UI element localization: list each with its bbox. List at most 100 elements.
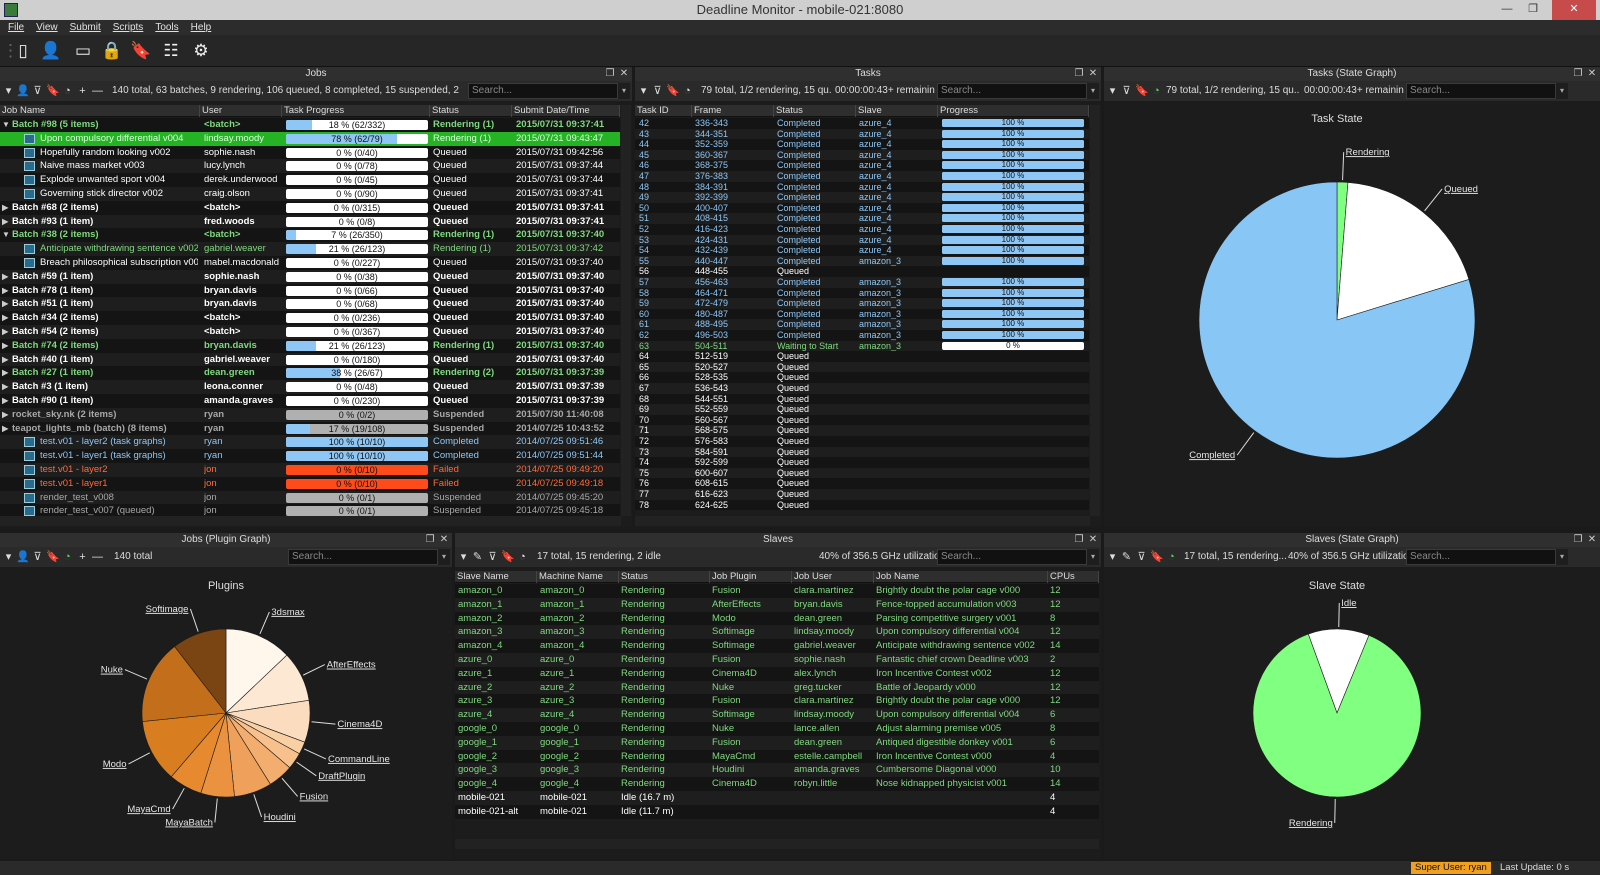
lock-icon[interactable]: 🔒 <box>101 40 123 62</box>
float-panel-icon[interactable]: ❐ <box>1572 67 1584 81</box>
table-row[interactable]: ▶ Batch #93 (1 item) fred.woods 0 % (0/8) Qu… <box>0 214 620 229</box>
user-filter-icon[interactable]: 👤 <box>16 84 30 98</box>
table-row[interactable]: test.v01 - layer2 jon 0 % (0/10) Failed 2014… <box>0 463 620 477</box>
expand-arrow-icon[interactable]: ▶ <box>2 422 10 436</box>
tasks-vertical-scrollbar[interactable] <box>1090 105 1100 516</box>
table-row[interactable]: google_0 google_0 Rendering Nuke lance.allen… <box>455 722 1099 736</box>
pie-chart-icon[interactable]: ◔ <box>516 550 529 564</box>
table-row[interactable]: ▶ Batch #68 (2 items) <batch> 0 % (0/315) Qu… <box>0 200 620 215</box>
table-row[interactable]: 70 560-567 Queued <box>635 414 1089 426</box>
table-row[interactable]: ▶ Batch #51 (1 item) bryan.davis 0 % (0/68)… <box>0 297 620 312</box>
table-row[interactable]: 71 568-575 Queued <box>635 425 1089 436</box>
table-row[interactable]: amazon_3 amazon_3 Rendering Softimage lindsa… <box>455 625 1099 640</box>
col-frame[interactable]: Frame <box>692 105 774 117</box>
table-row[interactable]: ▶ Batch #40 (1 item) gabriel.weaver 0 % (0/… <box>0 352 620 367</box>
table-row[interactable]: Governing stick director v002 craig.olson… <box>0 187 620 201</box>
col-slave[interactable]: Slave <box>856 105 938 117</box>
table-row[interactable]: Anticipate withdrawing sentence v002 gabr… <box>0 242 620 257</box>
col-progress[interactable]: Progress <box>938 105 1089 117</box>
table-row[interactable]: amazon_1 amazon_1 Rendering AfterEffects bry… <box>455 597 1099 612</box>
close-panel-icon[interactable]: ✕ <box>1586 533 1598 547</box>
table-row[interactable]: 61 488-495 Completed amazon_3 100 % <box>635 319 1089 330</box>
table-row[interactable]: azure_2 azure_2 Rendering Nuke greg.tucker Ba… <box>455 680 1099 695</box>
slave-graph-search-input[interactable]: Search... <box>1406 549 1556 565</box>
table-row[interactable]: 64 512-519 Queued <box>635 351 1089 362</box>
filter-icon[interactable]: ⊽ <box>1135 550 1148 564</box>
table-row[interactable]: render_test_v007 (queued) jon 0 % (0/1) Sus… <box>0 504 620 516</box>
table-row[interactable]: 59 472-479 Completed amazon_3 100 % <box>635 298 1089 309</box>
expand-arrow-icon[interactable]: ▶ <box>2 297 10 311</box>
table-row[interactable]: ▶ teapot_lights_mb (batch) (8 items) ryan 1… <box>0 421 620 436</box>
table-row[interactable]: ▶ Batch #59 (1 item) sophie.nash 0 % (0/38)… <box>0 269 620 284</box>
jobs-search-input[interactable]: Search... <box>468 83 618 99</box>
menu-dropdown-icon[interactable]: ▾ <box>1106 550 1119 564</box>
table-row[interactable]: azure_0 azure_0 Rendering Fusion sophie.nash… <box>455 653 1099 667</box>
table-row[interactable]: 42 336-343 Completed azure_4 100 % <box>635 118 1089 129</box>
table-row[interactable]: 74 592-599 Queued <box>635 457 1089 468</box>
remove-icon[interactable]: — <box>91 550 104 564</box>
expand-arrow-icon[interactable]: ▶ <box>2 380 10 394</box>
table-row[interactable]: azure_3 azure_3 Rendering Fusion clara.marti… <box>455 694 1099 709</box>
col-slave-job-name[interactable]: Job Name <box>874 571 1048 583</box>
table-row[interactable]: 58 464-471 Completed amazon_3 100 % <box>635 287 1089 299</box>
expand-arrow-icon[interactable]: ▶ <box>2 353 10 367</box>
menu-view[interactable]: View <box>36 20 58 35</box>
close-panel-icon[interactable]: ✕ <box>1087 67 1099 81</box>
table-row[interactable]: mobile-021 mobile-021 Idle (16.7 m) 4 <box>455 791 1099 805</box>
close-panel-icon[interactable]: ✕ <box>1087 533 1099 547</box>
window-icon[interactable]: ▭ <box>72 40 94 62</box>
menu-help[interactable]: Help <box>191 20 212 35</box>
remove-icon[interactable]: — <box>91 84 104 98</box>
table-row[interactable]: test.v01 - layer1 jon 0 % (0/10) Failed 2014… <box>0 476 620 491</box>
user-icon[interactable]: 👤 <box>40 40 62 62</box>
table-row[interactable]: 56 448-455 Queued <box>635 266 1089 277</box>
collapse-arrow-icon[interactable]: ▼ <box>2 118 10 132</box>
table-row[interactable]: 67 536-543 Queued <box>635 383 1089 394</box>
table-row[interactable]: 54 432-439 Completed azure_4 100 % <box>635 245 1089 256</box>
filter-icon[interactable]: ⊽ <box>486 550 499 564</box>
edit-icon[interactable]: ✎ <box>471 550 484 564</box>
bookmark-icon[interactable]: 🔖 <box>501 550 515 564</box>
table-row[interactable]: test.v01 - layer2 (task graphs) ryan 100 %… <box>0 435 620 450</box>
col-machine-name[interactable]: Machine Name <box>537 571 619 583</box>
table-row[interactable]: 73 584-591 Queued <box>635 446 1089 458</box>
table-row[interactable]: google_3 google_3 Rendering Houdini amanda.g… <box>455 763 1099 778</box>
bookmark-icon[interactable]: 🔖 <box>1150 550 1164 564</box>
table-row[interactable]: amazon_2 amazon_2 Rendering Modo dean.green P… <box>455 611 1099 626</box>
col-status[interactable]: Status <box>430 105 512 117</box>
table-row[interactable]: 52 416-423 Completed azure_4 100 % <box>635 224 1089 235</box>
table-row[interactable]: ▶ Batch #3 (1 item) leona.conner 0 % (0/48)… <box>0 380 620 395</box>
table-row[interactable]: 51 408-415 Completed azure_4 100 % <box>635 213 1089 224</box>
task-graph-search-input[interactable]: Search... <box>1406 83 1556 99</box>
bookmark-icon[interactable]: 🔖 <box>1135 84 1149 98</box>
filter-icon[interactable]: ⊽ <box>31 84 44 98</box>
expand-arrow-icon[interactable]: ▶ <box>2 325 10 339</box>
menu-dropdown-icon[interactable]: ▾ <box>637 84 650 98</box>
pie-chart-icon[interactable]: ◔ <box>681 84 694 98</box>
table-row[interactable]: 46 368-375 Completed azure_4 100 % <box>635 160 1089 171</box>
filter-icon[interactable]: ⊽ <box>1120 84 1133 98</box>
table-row[interactable]: Upon compulsory differential v004 lindsay… <box>0 131 620 146</box>
pie-chart-icon[interactable]: ◔ <box>1165 550 1178 564</box>
filter-icon[interactable]: ⊽ <box>31 550 44 564</box>
minimize-button[interactable]: — <box>1494 0 1520 20</box>
table-row[interactable]: 45 360-367 Completed azure_4 100 % <box>635 149 1089 161</box>
table-row[interactable]: mobile-021-alt mobile-021 Idle (11.7 m) 4 <box>455 804 1099 819</box>
bookmark-icon[interactable]: 🔖 <box>46 550 60 564</box>
search-dropdown-icon[interactable]: ▾ <box>618 83 630 99</box>
add-icon[interactable]: + <box>76 84 89 98</box>
expand-arrow-icon[interactable]: ▶ <box>2 215 10 229</box>
collapse-arrow-icon[interactable]: ▼ <box>2 228 10 242</box>
table-row[interactable]: google_4 google_4 Rendering Cinema4D robyn.l… <box>455 777 1099 792</box>
table-row[interactable]: 48 384-391 Completed azure_4 100 % <box>635 181 1089 193</box>
col-submit-date[interactable]: Submit Date/Time <box>512 105 620 117</box>
expand-arrow-icon[interactable]: ▶ <box>2 394 10 408</box>
plugin-graph-search-input[interactable]: Search... <box>288 549 438 565</box>
table-row[interactable]: google_1 google_1 Rendering Fusion dean.gree… <box>455 735 1099 750</box>
pie-chart-icon[interactable]: ◔ <box>1150 84 1163 98</box>
table-row[interactable]: google_2 google_2 Rendering MayaCmd estelle.… <box>455 749 1099 764</box>
gear-icon[interactable]: ⚙ <box>190 40 212 62</box>
close-panel-icon[interactable]: ✕ <box>618 67 630 81</box>
search-dropdown-icon[interactable]: ▾ <box>1087 83 1099 99</box>
table-row[interactable]: azure_4 azure_4 Rendering Softimage lindsay.… <box>455 708 1099 723</box>
